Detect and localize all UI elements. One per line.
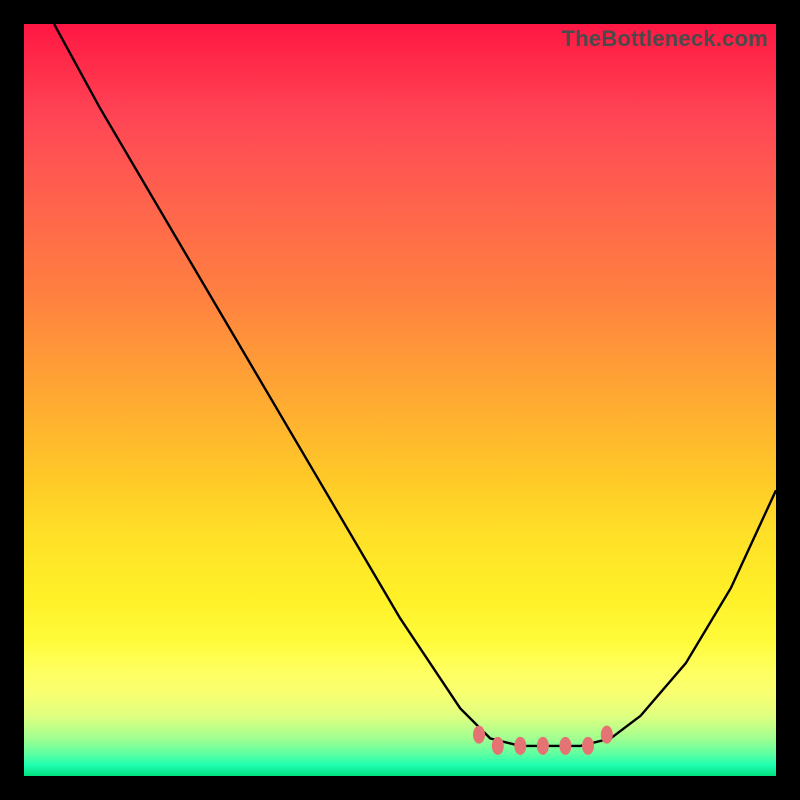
flat-region-dot xyxy=(473,726,485,744)
flat-region-dot xyxy=(582,737,594,755)
curve-line xyxy=(54,24,776,746)
flat-region-dot xyxy=(601,726,613,744)
bottleneck-curve xyxy=(24,24,776,776)
flat-region-dot xyxy=(537,737,549,755)
flat-region-dot xyxy=(492,737,504,755)
chart-frame: TheBottleneck.com xyxy=(24,24,776,776)
watermark-text: TheBottleneck.com xyxy=(562,26,768,52)
flat-region-dots xyxy=(473,726,613,755)
flat-region-dot xyxy=(559,737,571,755)
flat-region-dot xyxy=(514,737,526,755)
